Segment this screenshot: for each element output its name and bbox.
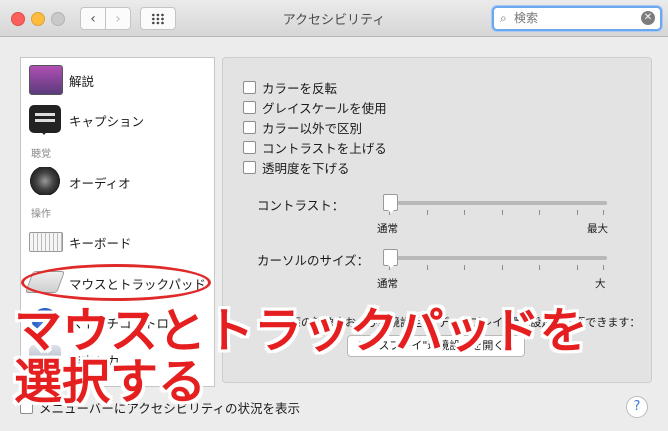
section-header-interaction: 操作	[31, 209, 51, 220]
caption-icon	[29, 105, 61, 135]
checkbox-reduce-transparency[interactable]: 透明度を下げる	[243, 158, 350, 177]
section-header-hearing: 聴覚	[31, 149, 51, 160]
sidebar-item-keyboard[interactable]: キーボード	[21, 222, 214, 260]
sidebar-item-label: オーディオ	[69, 176, 131, 191]
cursor-size-slider-knob[interactable]	[383, 249, 398, 268]
contrast-min-label: 通常	[377, 223, 398, 235]
speaker-icon	[29, 167, 61, 195]
checkbox-invert-colors[interactable]: カラーを反転	[243, 78, 337, 97]
sidebar-item-audio[interactable]: オーディオ	[21, 162, 214, 200]
sidebar-item-captions[interactable]: キャプション	[21, 100, 214, 138]
cursor-size-slider-track[interactable]	[383, 256, 607, 260]
cursor-size-max-label: 大	[595, 278, 606, 290]
checkbox-label: グレイスケールを使用	[262, 101, 387, 116]
keyboard-icon	[29, 232, 63, 252]
checkbox[interactable]	[243, 101, 256, 114]
checkbox-label: カラーを反転	[262, 81, 338, 96]
cursor-size-min-label: 通常	[377, 278, 398, 290]
checkbox-label: コントラストを上げる	[262, 141, 387, 156]
checkbox[interactable]	[243, 121, 256, 134]
cursor-size-label: カーソルのサイズ：	[257, 253, 370, 268]
contrast-slider-track[interactable]	[383, 201, 607, 205]
clear-search-icon[interactable]: ✕	[641, 11, 655, 25]
checkbox-label: カラー以外で区別	[262, 121, 363, 136]
checkbox-label: 透明度を下げる	[262, 161, 350, 176]
sidebar-item-display[interactable]: 解説	[21, 60, 214, 98]
checkbox[interactable]	[243, 81, 256, 94]
checkbox-increase-contrast[interactable]: コントラストを上げる	[243, 138, 387, 157]
annotation-text-line1: マウスとトラックパッドを	[14, 303, 588, 359]
contrast-max-label: 最大	[587, 223, 608, 235]
sidebar-item-label: 解説	[69, 74, 95, 89]
checkbox[interactable]	[243, 141, 256, 154]
help-button[interactable]: ?	[626, 396, 648, 418]
checkbox-grayscale[interactable]: グレイスケールを使用	[243, 98, 387, 117]
sidebar-item-label: キーボード	[69, 236, 132, 251]
contrast-label: コントラスト：	[257, 198, 345, 213]
title-bar: ‹ › アクセシビリティ ⌕ ✕	[0, 0, 668, 37]
sidebar-item-label: キャプション	[69, 114, 145, 129]
checkbox[interactable]	[243, 161, 256, 174]
display-icon	[29, 65, 63, 95]
search-input[interactable]	[514, 9, 634, 26]
annotation-text-line2: 選択する	[14, 354, 207, 410]
search-icon: ⌕	[500, 11, 507, 25]
checkbox-differentiate-without-color[interactable]: カラー以外で区別	[243, 118, 362, 137]
search-field[interactable]: ⌕ ✕	[492, 6, 662, 31]
annotation-highlight-circle	[21, 264, 211, 301]
contrast-slider-knob[interactable]	[383, 194, 398, 213]
